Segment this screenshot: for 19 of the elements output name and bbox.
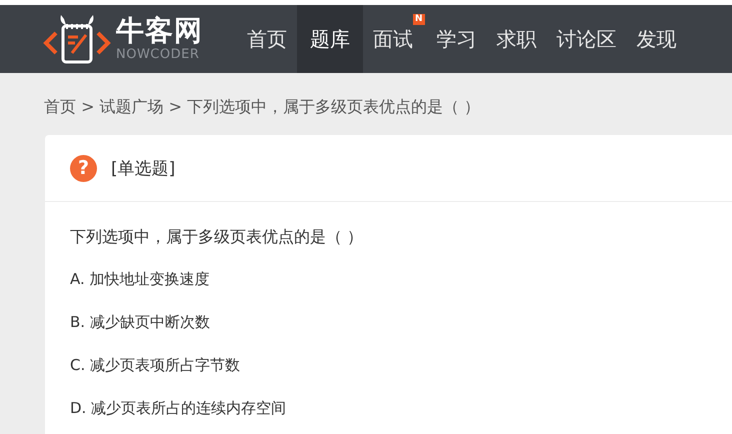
nav-tab[interactable]: 求职 <box>486 5 547 73</box>
nav-tab[interactable]: 发现 <box>626 5 687 73</box>
nav-tab[interactable]: 讨论区 <box>546 5 627 73</box>
nav-tab[interactable]: 题库 <box>297 5 363 73</box>
logo-subtitle: NOWCODER <box>116 47 200 63</box>
logo-icon <box>42 13 112 65</box>
nav-tab[interactable]: 学习 <box>426 5 487 73</box>
question-text: 下列选项中，属于多级页表优点的是（ ） <box>70 226 364 248</box>
logo-name: 牛客网 <box>116 15 203 47</box>
answer-option[interactable]: A. 加快地址变换速度 <box>70 267 732 310</box>
nav-tab[interactable]: 面试 <box>363 5 413 73</box>
breadcrumb: 首页 > 试题广场 > 下列选项中，属于多级页表优点的是（ ） <box>44 96 482 118</box>
nav-tab[interactable]: 首页 <box>237 5 297 73</box>
answer-option[interactable]: C. 减少页表项所占字节数 <box>70 353 732 396</box>
answer-option[interactable]: B. 减少缺页中断次数 <box>70 310 732 353</box>
new-badge: N <box>413 14 425 25</box>
question-icon: ? <box>70 154 97 182</box>
answer-option[interactable]: D. 减少页表所占的连续内存空间 <box>70 396 732 434</box>
question-type: [单选题] <box>111 158 176 180</box>
